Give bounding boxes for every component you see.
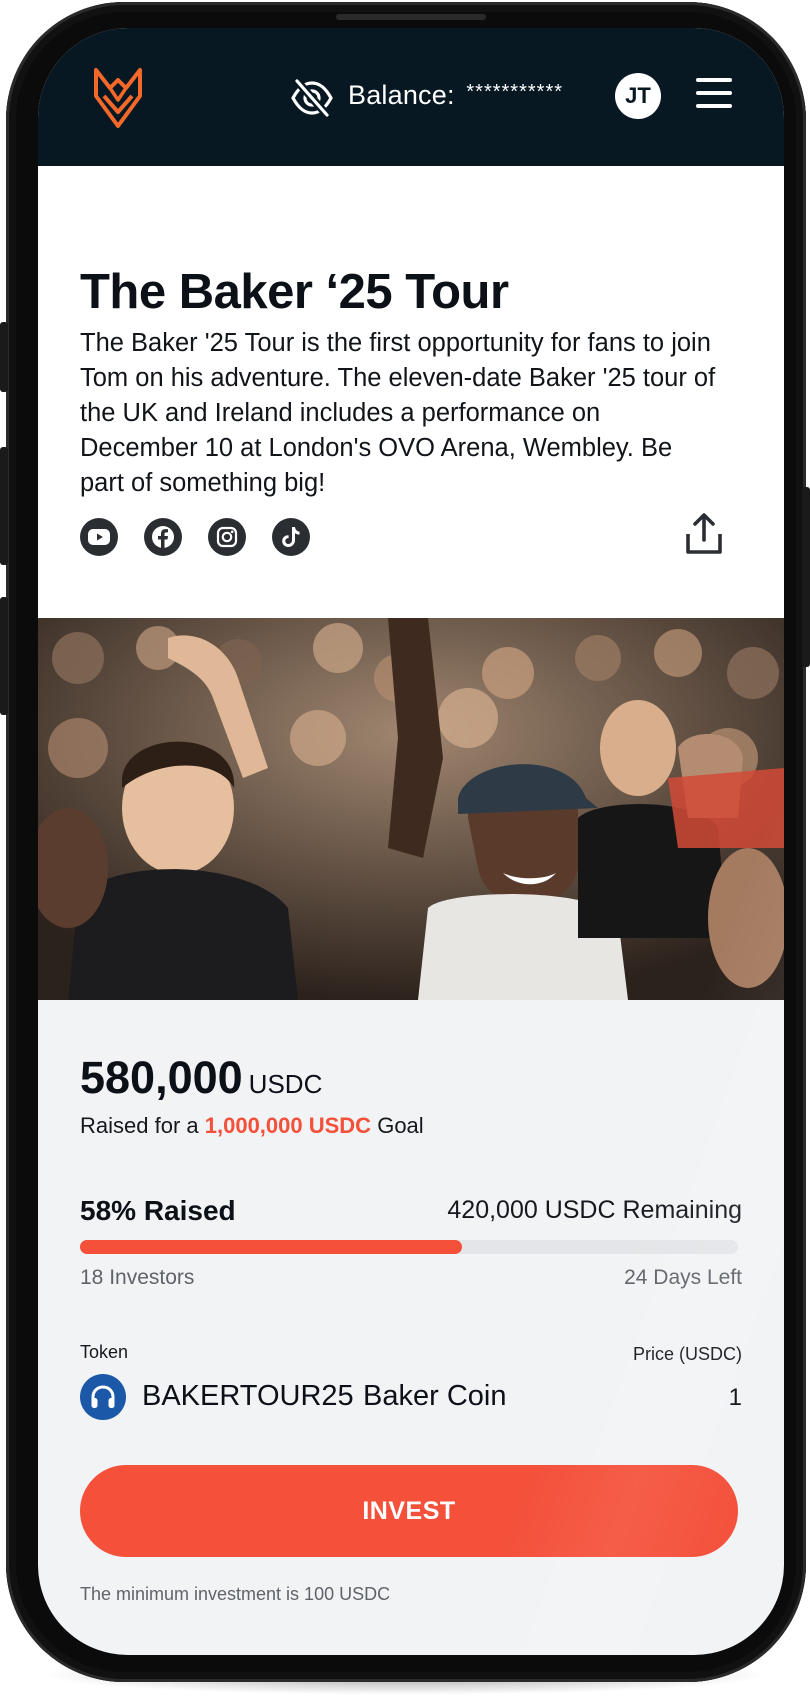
hamburger-menu-icon[interactable] bbox=[696, 78, 732, 108]
remaining-amount: 420,000 USDC Remaining bbox=[447, 1196, 742, 1224]
crowd-photo bbox=[38, 618, 784, 1000]
raised-amount-value: 580,000 bbox=[80, 1052, 243, 1103]
page-title: The Baker ‘25 Tour bbox=[80, 265, 509, 319]
token-price: 1 bbox=[728, 1384, 742, 1411]
price-label: Price (USDC) bbox=[632, 1344, 742, 1364]
minimum-investment-note: The minimum investment is 100 USDC bbox=[80, 1584, 391, 1604]
phone-side-button-right bbox=[802, 487, 810, 667]
balance-display: Balance: *********** bbox=[348, 80, 563, 111]
facebook-icon[interactable] bbox=[144, 518, 182, 556]
investor-count: 18 Investors bbox=[80, 1266, 195, 1289]
goal-prefix: Raised for a bbox=[80, 1113, 199, 1138]
phone-side-button-left-3 bbox=[0, 597, 8, 715]
youtube-icon[interactable] bbox=[80, 518, 118, 556]
crowd-illustration bbox=[38, 618, 784, 1000]
token-symbol: BAKERTOUR25 bbox=[142, 1380, 354, 1412]
campaign-intro: The Baker ‘25 Tour The Baker '25 Tour is… bbox=[38, 166, 784, 618]
raised-amount-unit: USDC bbox=[248, 1069, 323, 1099]
raised-amount: 580,000 USDC bbox=[80, 1052, 322, 1104]
fox-logo-icon[interactable] bbox=[90, 66, 146, 132]
phone-speaker bbox=[336, 14, 486, 20]
share-icon[interactable] bbox=[684, 512, 724, 556]
tiktok-icon[interactable] bbox=[272, 518, 310, 556]
percent-raised: 58% Raised bbox=[80, 1195, 236, 1226]
goal-amount: 1,000,000 USDC bbox=[204, 1113, 372, 1138]
token-label: Token bbox=[80, 1342, 129, 1362]
balance-value: *********** bbox=[466, 81, 564, 103]
goal-suffix: Goal bbox=[377, 1113, 424, 1138]
headphones-icon bbox=[80, 1374, 126, 1420]
campaign-description: The Baker '25 Tour is the first opportun… bbox=[80, 329, 716, 497]
token-name: Baker Coin bbox=[363, 1380, 507, 1412]
progress-bar-fill bbox=[80, 1240, 462, 1254]
goal-text: Raised for a 1,000,000 USDC Goal bbox=[80, 1113, 424, 1139]
phone-side-button-left-2 bbox=[0, 447, 8, 565]
invest-button[interactable]: INVEST bbox=[80, 1465, 738, 1557]
top-bar: Balance: *********** JT bbox=[38, 28, 784, 166]
instagram-icon[interactable] bbox=[208, 518, 246, 556]
eye-off-icon[interactable] bbox=[290, 76, 334, 120]
progress-bar bbox=[80, 1240, 738, 1254]
avatar[interactable]: JT bbox=[615, 73, 661, 119]
balance-label: Balance: bbox=[348, 80, 455, 110]
phone-side-button-left-1 bbox=[0, 322, 8, 392]
phone-frame: Balance: *********** JT The Baker ‘25 To… bbox=[0, 2, 810, 1682]
app-screen: Balance: *********** JT The Baker ‘25 To… bbox=[38, 28, 784, 1655]
days-left: 24 Days Left bbox=[624, 1266, 742, 1289]
